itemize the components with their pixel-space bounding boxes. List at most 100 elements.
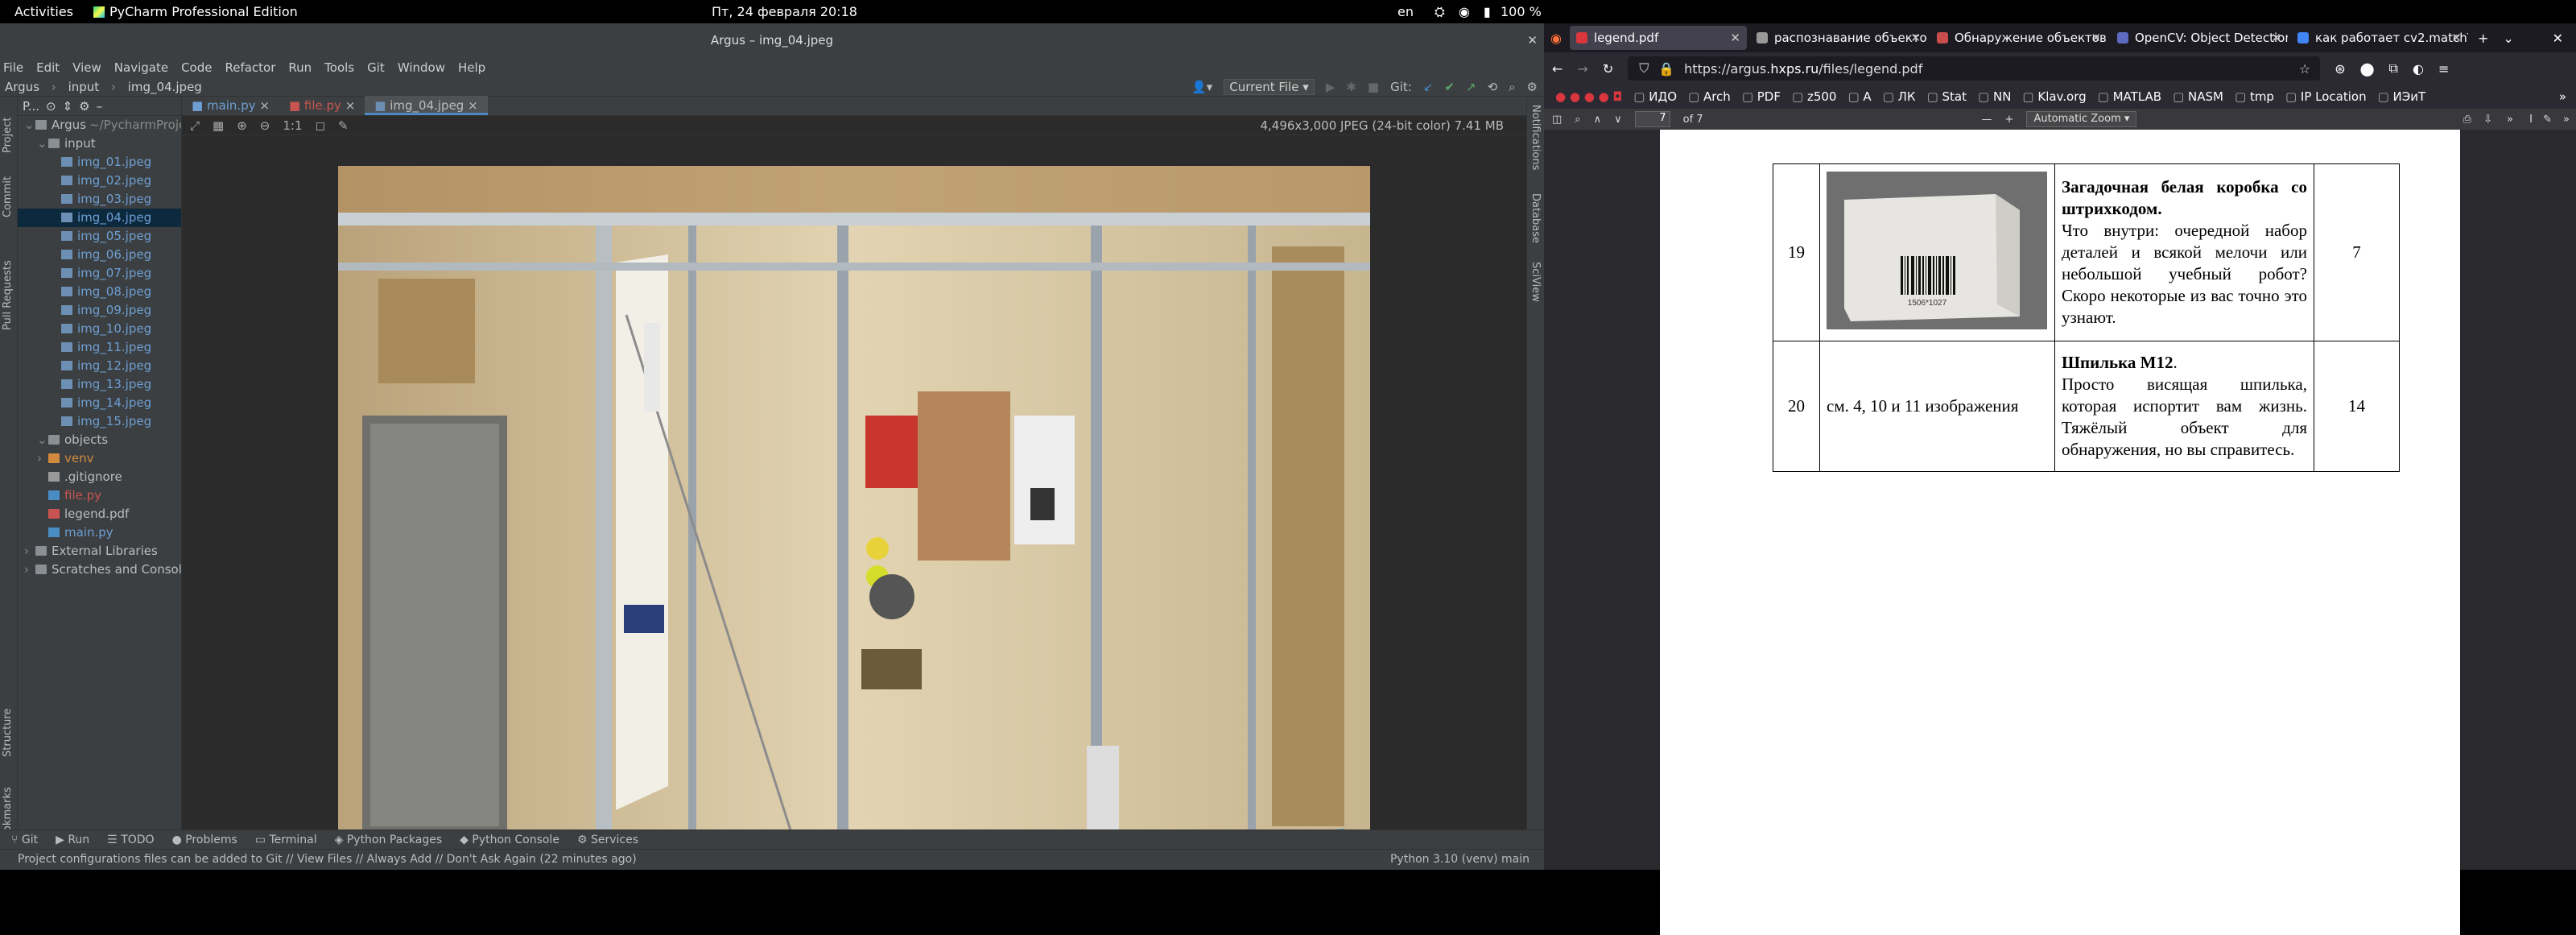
tree-item[interactable]: img_07.jpeg — [18, 264, 181, 283]
project-tool-tab[interactable]: Project — [2, 118, 14, 153]
tree-item[interactable]: img_01.jpeg — [18, 153, 181, 172]
menu-refactor[interactable]: Refactor — [225, 60, 275, 75]
bookmark-item[interactable]: ▢ NASM — [2173, 89, 2223, 104]
zoom-select[interactable]: Automatic Zoom ▾ — [2026, 111, 2137, 127]
activities-button[interactable]: Activities — [14, 0, 73, 23]
close-tab-icon[interactable]: ✕ — [1730, 31, 1740, 45]
sciview-tool-tab[interactable]: SciView — [1530, 262, 1542, 302]
menu-edit[interactable]: Edit — [36, 60, 60, 75]
pull-requests-tool-tab[interactable]: Pull Requests — [2, 260, 14, 330]
opened-image[interactable] — [338, 166, 1370, 854]
zoom-in-icon[interactable]: + — [2005, 114, 2014, 126]
save-icon[interactable]: ⇩ — [2483, 114, 2492, 126]
text-tool-icon[interactable]: I — [2529, 114, 2533, 126]
actual-size-icon[interactable]: 1:1 — [283, 118, 302, 133]
browser-tab[interactable]: как работает cv2.matchT ✕ — [2291, 26, 2468, 50]
tree-item[interactable]: file.py — [18, 486, 181, 505]
close-tab-icon[interactable]: ✕ — [2091, 31, 2101, 45]
menu-navigate[interactable]: Navigate — [114, 60, 168, 75]
tree-item[interactable]: img_04.jpeg — [18, 209, 181, 227]
toggle-grid-icon[interactable]: ◻ — [316, 118, 325, 133]
browser-tab[interactable]: OpenCV: Object Detection ✕ — [2111, 26, 2288, 50]
tree-item[interactable]: img_15.jpeg — [18, 412, 181, 431]
new-tab-icon[interactable]: + — [2478, 31, 2488, 46]
tree-item[interactable]: .gitignore — [18, 468, 181, 486]
extension-icon[interactable]: ⬤ — [2360, 61, 2375, 77]
expand-arrow-icon[interactable]: › — [24, 542, 35, 561]
fit-to-window-icon[interactable]: ⤢ — [190, 118, 200, 133]
clock[interactable]: Пт, 24 февраля 20:18 — [712, 0, 857, 23]
bookmark-item[interactable]: ▢ IP Location — [2285, 89, 2367, 104]
menu-view[interactable]: View — [72, 60, 101, 75]
background-icon[interactable]: ▦ — [213, 118, 224, 133]
tree-item[interactable]: img_05.jpeg — [18, 227, 181, 246]
zoom-out-icon[interactable]: ⊖ — [260, 118, 270, 133]
interpreter-and-branch[interactable]: Python 3.10 (venv) main — [1390, 850, 1530, 870]
app-menu-icon[interactable]: ≡ — [2438, 61, 2449, 77]
tool-python-console[interactable]: ◆ Python Console — [460, 834, 559, 846]
battery-level[interactable]: 100 % — [1501, 0, 1542, 23]
menu-tools[interactable]: Tools — [324, 60, 354, 75]
tree-item[interactable]: ⌄ input — [18, 134, 181, 153]
tree-item[interactable]: img_12.jpeg — [18, 357, 181, 375]
bookmark-item[interactable]: ▢ ИЭиТ — [2378, 89, 2426, 104]
back-icon[interactable]: ← — [1552, 61, 1563, 77]
stop-icon[interactable]: ■ — [1368, 80, 1379, 94]
tool-terminal[interactable]: ▭ Terminal — [255, 834, 317, 846]
page-number-input[interactable]: 7 — [1634, 111, 1670, 127]
close-tab-icon[interactable]: × — [256, 98, 270, 113]
tree-item[interactable]: main.py — [18, 523, 181, 542]
pdf-viewer[interactable]: 19 1506*1027 Загадочная белая коробка со… — [1544, 130, 2576, 935]
tree-item[interactable]: img_13.jpeg — [18, 375, 181, 394]
browser-tab[interactable]: Обнаружение объектов ✕ — [1930, 26, 2107, 50]
forward-icon[interactable]: → — [1577, 61, 1587, 77]
tool-git[interactable]: ⑂ Git — [11, 834, 38, 846]
tab-img-04[interactable]: ■ img_04.jpeg × — [365, 96, 488, 115]
draw-tool-icon[interactable]: ✎ — [2543, 114, 2552, 126]
expand-arrow-icon[interactable]: › — [37, 449, 48, 468]
tree-item[interactable]: › Scratches and Consoles — [18, 561, 181, 579]
database-tool-tab[interactable]: Database — [1530, 193, 1542, 243]
sidebar-toggle-icon[interactable]: ◫ — [1552, 114, 1562, 126]
address-bar[interactable]: ⛉ 🔒 https://argus.hxps.ru/files/legend.p… — [1628, 56, 2321, 81]
git-history-icon[interactable]: ⟲ — [1488, 80, 1498, 94]
shield-icon[interactable]: ⛉ — [1639, 60, 1649, 77]
git-update-icon[interactable]: ↙ — [1423, 80, 1434, 94]
tree-item[interactable]: img_03.jpeg — [18, 190, 181, 209]
more-tools-icon[interactable]: » — [2507, 114, 2513, 126]
menu-run[interactable]: Run — [288, 60, 312, 75]
account-icon[interactable]: ◐ — [2413, 61, 2424, 77]
tree-item[interactable]: img_11.jpeg — [18, 338, 181, 357]
settings-gear-icon[interactable]: ⚙ — [1527, 80, 1538, 94]
find-icon[interactable]: ⌕ — [1575, 114, 1580, 126]
debug-icon[interactable]: ✱ — [1346, 80, 1356, 94]
bookmark-item[interactable]: ▢ A — [1847, 89, 1871, 104]
browser-tab[interactable]: распознавание объектов ✕ — [1750, 26, 1927, 50]
tool-problems[interactable]: ● Problems — [172, 834, 237, 846]
run-icon[interactable]: ▶ — [1326, 80, 1335, 94]
expand-arrow-icon[interactable]: ⌄ — [37, 431, 48, 449]
tab-file-py[interactable]: ■ file.py × — [279, 96, 365, 115]
tree-item[interactable]: › External Libraries — [18, 542, 181, 561]
commit-tool-tab[interactable]: Commit — [2, 176, 14, 217]
app-menu[interactable]: PyCharm Professional Edition — [93, 0, 298, 23]
close-tab-icon[interactable]: ✕ — [2451, 31, 2462, 45]
tool-python-packages[interactable]: ◈ Python Packages — [335, 834, 443, 846]
tree-item[interactable]: img_14.jpeg — [18, 394, 181, 412]
lock-icon[interactable]: 🔒 — [1658, 61, 1674, 77]
bookmark-item[interactable]: ▢ Klav.org — [2022, 89, 2086, 104]
bookmark-item[interactable]: ▢ tmp — [2235, 89, 2274, 104]
git-push-icon[interactable]: ↗ — [1466, 80, 1476, 94]
bookmark-item[interactable]: ▢ Arch — [1688, 89, 1731, 104]
search-icon[interactable]: ⌕ — [1509, 80, 1515, 94]
expand-arrow-icon[interactable]: ⌄ — [24, 116, 35, 134]
color-picker-icon[interactable]: ✎ — [338, 118, 349, 133]
breadcrumb-folder[interactable]: input — [68, 80, 100, 94]
tool-run[interactable]: ▶ Run — [56, 834, 89, 846]
tree-item[interactable]: legend.pdf — [18, 505, 181, 523]
close-window-icon[interactable]: ✕ — [1527, 23, 1538, 57]
bookmark-item[interactable]: ▢ ИДО — [1633, 89, 1677, 104]
close-tab-icon[interactable]: × — [341, 98, 356, 113]
tree-item[interactable]: ⌄ objects — [18, 431, 181, 449]
tree-item[interactable]: img_10.jpeg — [18, 320, 181, 338]
